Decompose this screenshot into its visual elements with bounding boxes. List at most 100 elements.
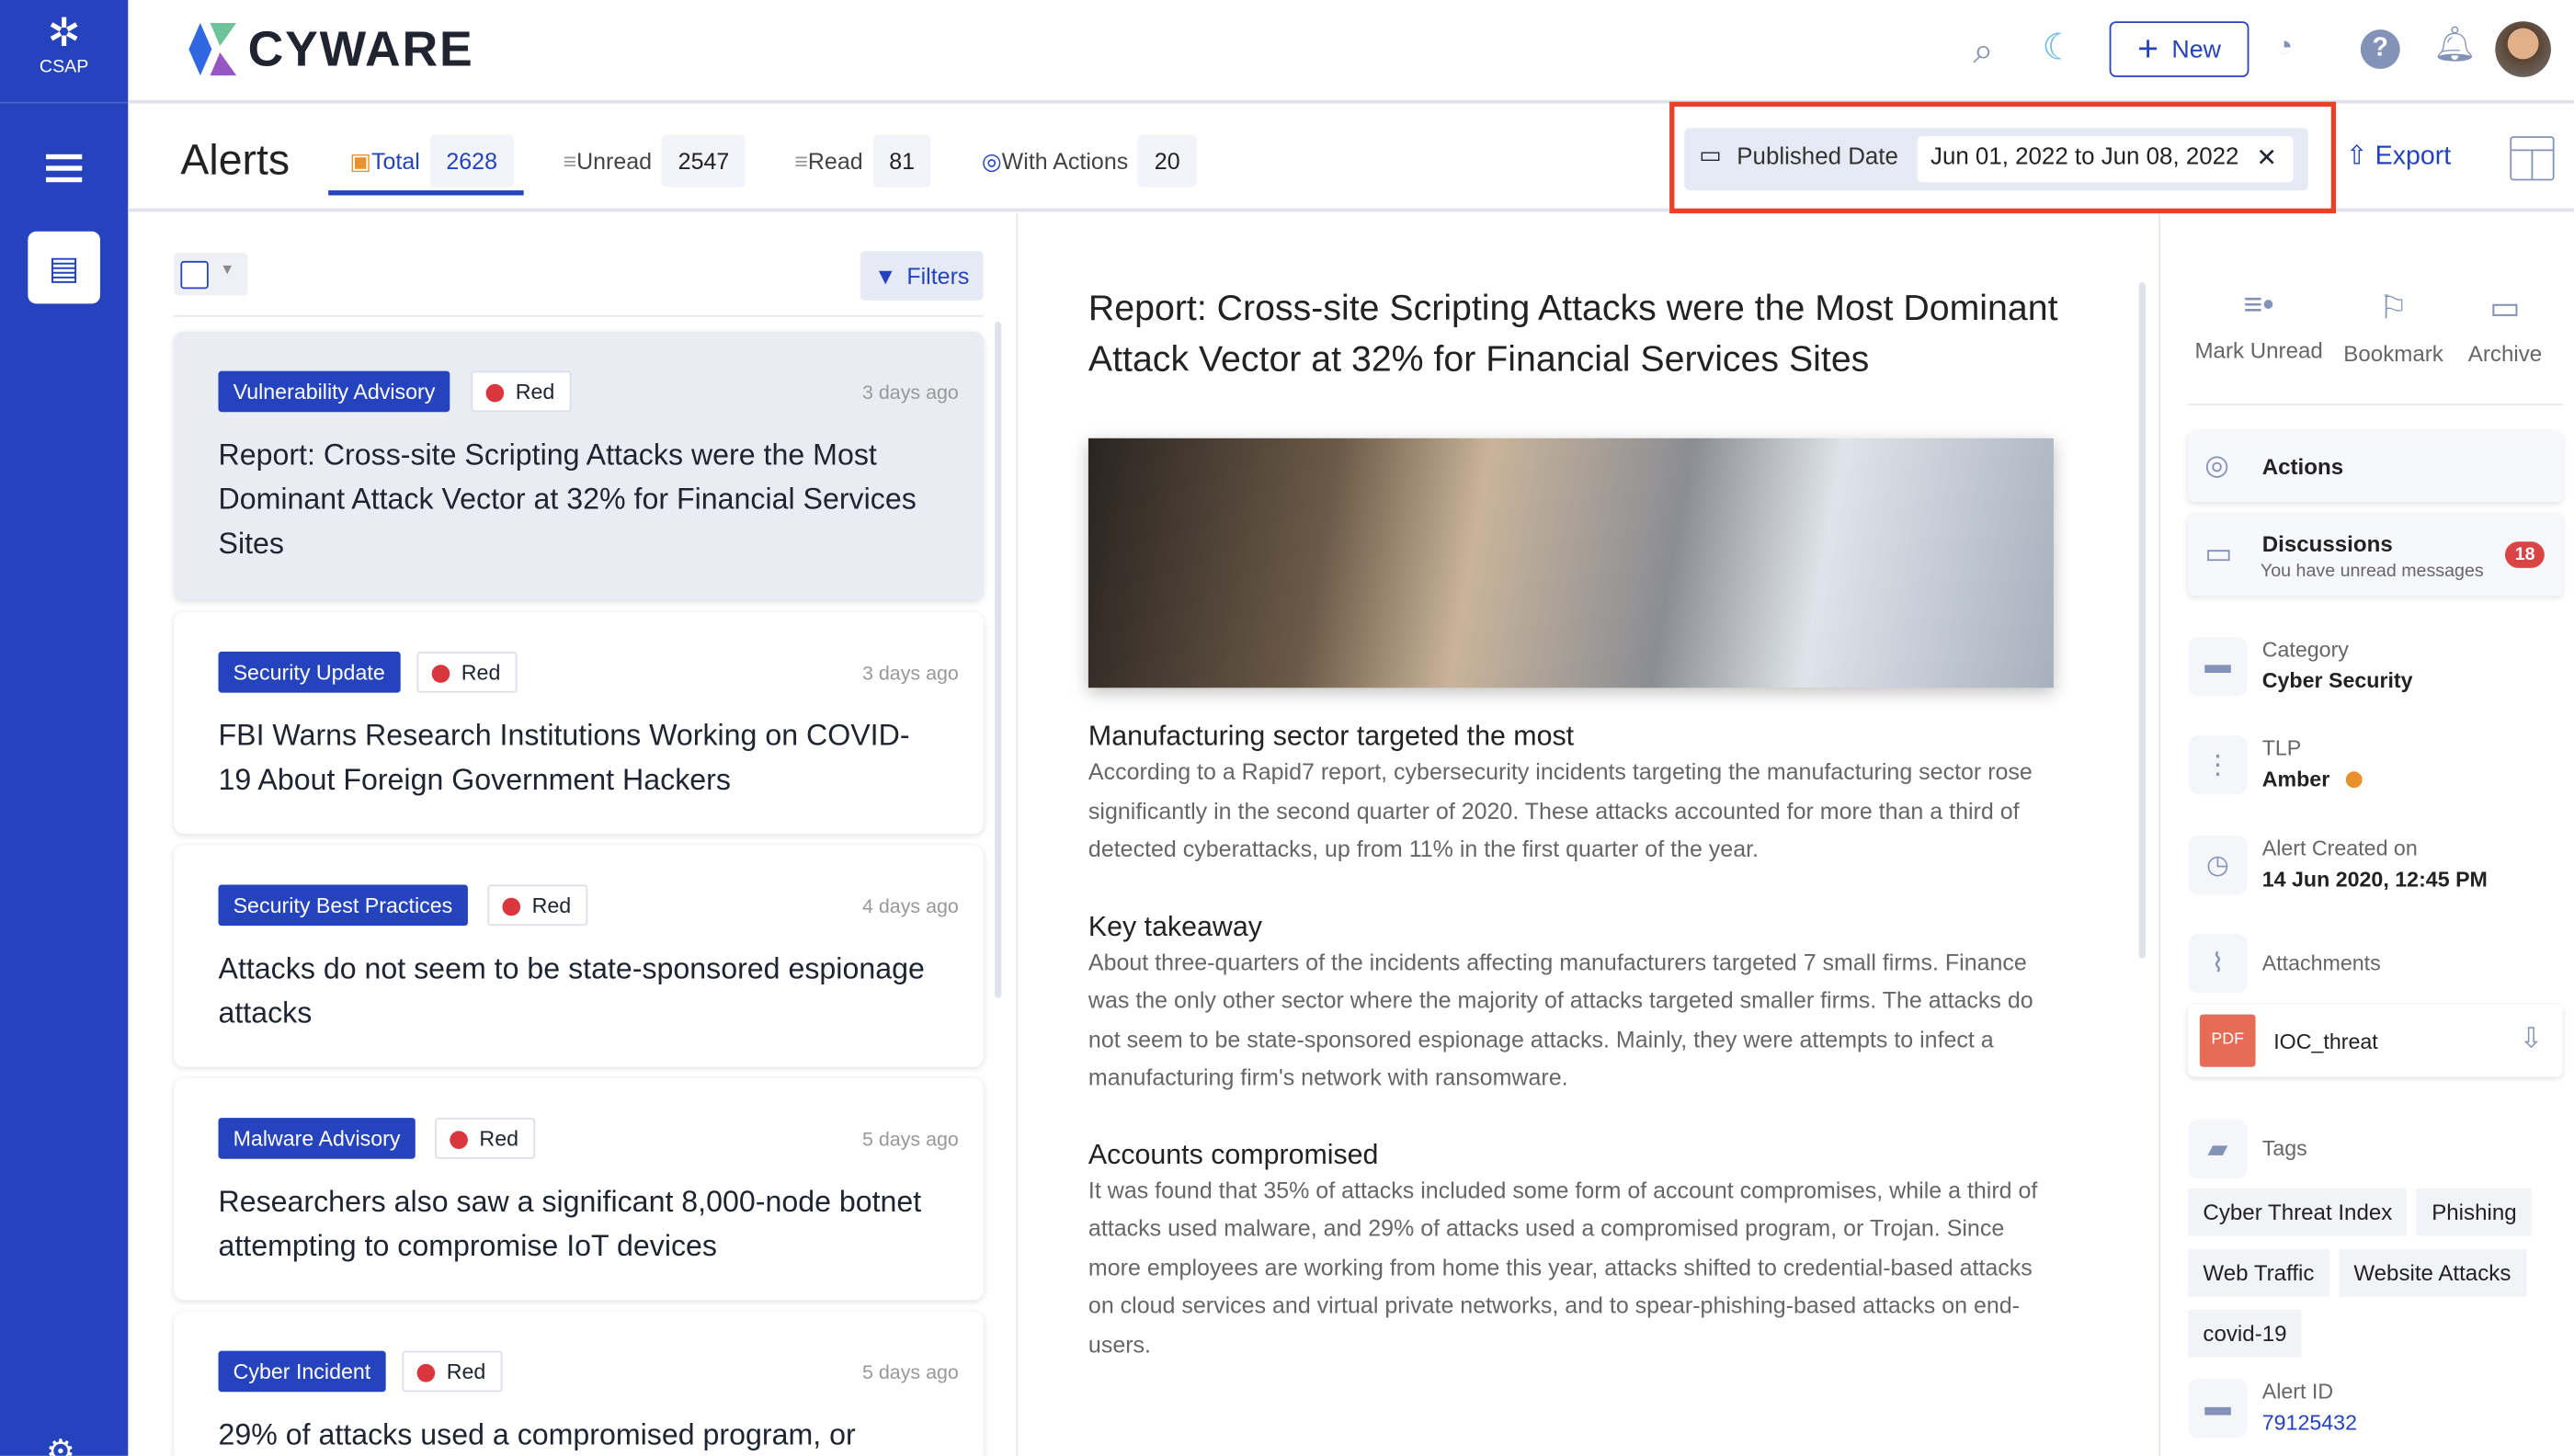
alert-list-item[interactable]: Cyber Incident Red 5 days ago 29% of attack… (174, 1311, 984, 1456)
paperclip-icon: ⌇ (2188, 934, 2248, 994)
tag[interactable]: Web Traffic (2188, 1248, 2329, 1297)
molecule-icon: ✲ (47, 11, 81, 56)
section-heading: Manufacturing sector targeted the most (1088, 720, 1575, 752)
published-date-filter[interactable]: ▭ Published Date Jun 01, 2022 to Jun 08,… (1684, 128, 2308, 191)
tags-list: Cyber Threat Index Phishing Web Traffic Web… (2188, 1188, 2574, 1371)
tlp-badge: Red (487, 884, 588, 927)
alert-list-item[interactable]: Malware Advisory Red 5 days ago Researchers… (174, 1078, 984, 1301)
chevron-down-icon: ▼ (220, 260, 235, 278)
section-body: About three-quarters of the incidents af… (1088, 948, 2033, 1090)
tab-total[interactable]: ▣ Total 2628 (349, 134, 514, 188)
list-scrollbar[interactable] (995, 321, 1002, 998)
archive-icon: ▭ (2489, 290, 2521, 327)
help-icon[interactable]: ? (2360, 29, 2400, 69)
category-badge: Security Update (218, 651, 400, 693)
unread-count-badge: 18 (2504, 541, 2546, 568)
discussions-panel[interactable]: ▭ Discussions You have unread messages 1… (2188, 513, 2563, 597)
unread-icon: ≡ (563, 147, 577, 175)
section-heading: Accounts compromised (1088, 1138, 1379, 1170)
time-ago: 5 days ago (861, 1360, 959, 1384)
tag-icon: ▰ (2188, 1119, 2248, 1179)
section-heading: Key takeaway (1088, 910, 1262, 942)
plus-icon: + (2137, 28, 2159, 69)
clear-date-icon[interactable]: ✕ (2256, 142, 2276, 172)
category-badge: Malware Advisory (218, 1118, 416, 1159)
bookmark-button[interactable]: ⚐ Bookmark (2338, 287, 2449, 366)
article-image (1088, 438, 2054, 688)
chat-icon: ▭ (2204, 536, 2233, 570)
select-all-checkbox[interactable]: ▼ (174, 252, 248, 296)
alert-list-item[interactable]: Security Update Red 3 days ago FBI Warns Re… (174, 612, 984, 835)
tag[interactable]: Cyber Threat Index (2188, 1188, 2408, 1236)
actions-icon: ◎ (2204, 449, 2229, 482)
time-ago: 4 days ago (861, 894, 959, 918)
traffic-light-icon: ⋮ (2188, 734, 2248, 795)
filter-icon: ▼ (873, 262, 897, 290)
cyware-logo: CYWARE (188, 22, 474, 79)
export-button[interactable]: ⇧ Export (2346, 140, 2451, 173)
rss-feed-icon[interactable]: ◔ (2275, 29, 2293, 63)
category-badge: Cyber Incident (218, 1350, 386, 1393)
article: Report: Cross-site Scripting Attacks wer… (1088, 282, 2060, 1364)
category-badge: Security Best Practices (218, 884, 468, 927)
user-avatar[interactable] (2495, 21, 2551, 77)
page-title: Alerts (180, 134, 290, 184)
section-body: According to a Rapid7 report, cybersecur… (1088, 757, 2033, 862)
total-icon: ▣ (349, 146, 371, 174)
tlp-badge: Red (435, 1118, 535, 1159)
attachment-item[interactable]: PDF IOC_threat ⇩ (2188, 1004, 2563, 1077)
tag[interactable]: Phishing (2417, 1188, 2532, 1236)
time-ago: 3 days ago (861, 661, 959, 685)
alert-list-item[interactable]: Vulnerability Advisory Red 3 days ago Repor… (174, 331, 984, 601)
time-ago: 5 days ago (861, 1127, 959, 1151)
list-divider (174, 314, 984, 317)
alert-title: 29% of attacks used a compromised progra… (218, 1417, 856, 1451)
settings-icon[interactable]: ⚙ (46, 1431, 75, 1456)
filters-button[interactable]: ▼ Filters (860, 251, 984, 301)
bookmark-icon: ⚐ (2378, 290, 2409, 327)
tag[interactable]: covid-19 (2188, 1309, 2302, 1358)
article-scrollbar[interactable] (2138, 282, 2146, 959)
csap-app-switcher[interactable]: ✲ CSAP (0, 0, 129, 104)
alert-list-item[interactable]: Security Best Practices Red 4 days ago Atta… (174, 845, 984, 1067)
section-body: It was found that 35% of attacks include… (1088, 1176, 2038, 1357)
actions-panel[interactable]: ◎ Actions (2188, 431, 2563, 503)
category-badge: Vulnerability Advisory (218, 370, 450, 413)
archive-button[interactable]: ▭ Archive (2459, 287, 2551, 366)
calendar-icon: ▭ (1699, 142, 1722, 169)
new-button[interactable]: + New (2109, 21, 2249, 77)
download-icon[interactable]: ⇩ (2520, 1022, 2543, 1055)
upload-icon: ⇧ (2345, 142, 2368, 171)
time-ago: 3 days ago (861, 381, 959, 404)
alert-title: Attacks do not seem to be state-sponsore… (218, 951, 925, 1029)
mark-unread-icon: ≡• (2243, 287, 2274, 324)
layout-toggle-icon[interactable] (2510, 136, 2555, 181)
tab-read[interactable]: ≡ Read 81 (794, 134, 931, 188)
date-range-chip[interactable]: Jun 01, 2022 to Jun 08, 2022 ✕ (1917, 136, 2294, 183)
mark-unread-button[interactable]: ≡• Mark Unread (2193, 287, 2325, 362)
alert-title: FBI Warns Research Institutions Working … (218, 719, 910, 797)
search-icon[interactable]: ⌕ (1973, 29, 1993, 72)
id-card-icon: ▬ (2188, 1378, 2248, 1439)
alert-title: Report: Cross-site Scripting Attacks wer… (218, 438, 917, 560)
alerts-toolbar: Alerts ▣ Total 2628 ≡ Unread 2547 ≡ Read 81 ◎ W… (128, 101, 2574, 214)
notifications-bell-icon[interactable]: 🔔︎ (2432, 27, 2477, 66)
top-bar: CYWARE ⌕ ☾ + New ◔ ? 🔔︎ (128, 0, 2574, 104)
dark-mode-moon-icon[interactable]: ☾ (2042, 27, 2074, 69)
app-label: CSAP (39, 57, 89, 77)
tab-with-actions[interactable]: ◎ With Actions 20 (981, 134, 1197, 188)
tag[interactable]: Website Attacks (2339, 1248, 2526, 1297)
menu-icon[interactable] (45, 154, 83, 183)
pdf-file-icon: PDF (2199, 1014, 2256, 1067)
side-divider (2158, 213, 2160, 1456)
actions-icon: ◎ (981, 146, 1002, 174)
tlp-badge: Red (471, 370, 572, 413)
active-tab-indicator (328, 190, 524, 196)
article-title: Report: Cross-site Scripting Attacks wer… (1088, 287, 2058, 380)
read-icon: ≡ (794, 147, 808, 175)
alerts-nav-icon[interactable]: ▤ (28, 231, 100, 304)
category-icon: ▬ (2188, 636, 2248, 697)
tab-unread[interactable]: ≡ Unread 2547 (563, 134, 746, 188)
clock-icon: ◷ (2188, 835, 2248, 895)
tlp-badge: Red (416, 651, 518, 693)
